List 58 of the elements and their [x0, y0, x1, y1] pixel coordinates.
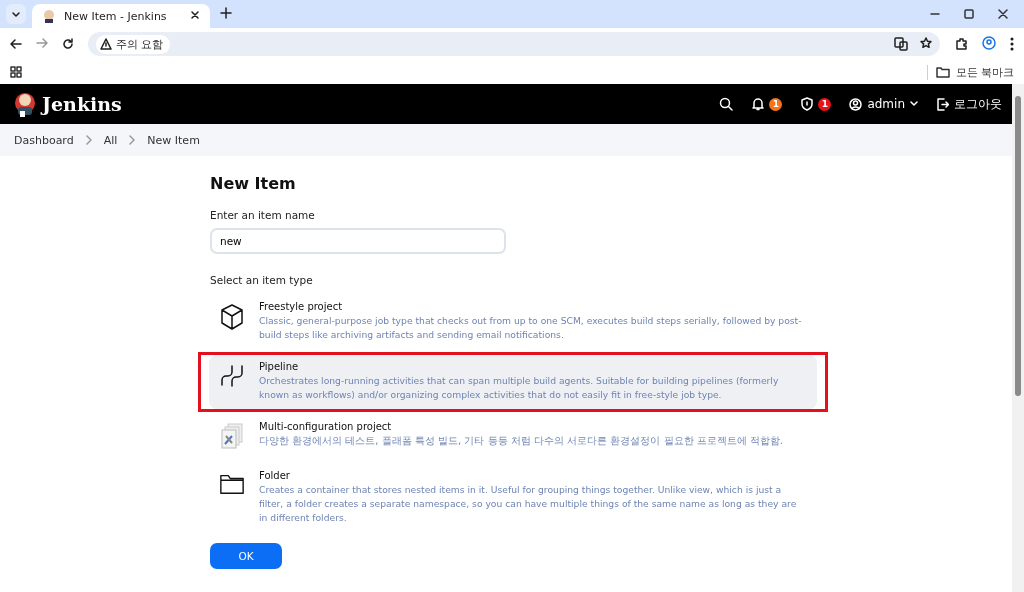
count-badge: 1 — [818, 97, 832, 111]
reload-icon[interactable] — [62, 38, 74, 50]
folder-icon — [935, 66, 950, 78]
item-type-name: Freestyle project — [259, 301, 344, 312]
item-type-name: Multi-configuration project — [259, 421, 393, 432]
chevron-down-icon — [910, 101, 918, 107]
item-type-description: 다양한 환경에서의 테스트, 플래폼 특성 빌드, 기타 등등 처럼 다수의 서로다른 환경설정이 필요한 프로젝트에 적합함. — [259, 434, 785, 448]
star-icon[interactable] — [920, 37, 932, 49]
translate-icon[interactable] — [894, 37, 908, 51]
security-chip[interactable]: 주의 요함 — [96, 34, 170, 54]
brand-name[interactable]: Jenkins — [42, 93, 122, 115]
item-type-option[interactable]: Multi-configuration project 다양한 환경에서의 테스트, 플래폼 특성 빌드, 기타 등등 처럼 다수의 서로다른 환경설정이 필요한 프로젝트에 적합함. — [209, 415, 817, 458]
tab-title: New Item - Jenkins — [64, 9, 168, 23]
apps-icon[interactable] — [10, 66, 22, 78]
item-name-field[interactable]: new — [210, 228, 506, 254]
section-label: Select an item type — [210, 274, 314, 286]
jenkins-favicon — [42, 9, 56, 23]
user-icon — [849, 97, 863, 111]
bookmarks-folder[interactable]: 모든 북마크 — [926, 64, 1014, 80]
item-type-description: Orchestrates long-running activities that can span multiple build agents. Suitable for building pipelines (formerly known as workflows) and/or organizing complex activities that do not easily fit in free-style job type. — [259, 374, 780, 402]
pipeline-icon — [219, 363, 245, 389]
shield-icon — [800, 97, 815, 111]
documents-icon — [219, 423, 245, 451]
back-icon[interactable] — [10, 38, 22, 50]
breadcrumb-link[interactable]: New Item — [147, 133, 200, 147]
new-tab-icon[interactable] — [220, 6, 232, 19]
browser-tab[interactable]: New Item - Jenkins — [32, 4, 210, 28]
more-icon[interactable] — [1010, 37, 1014, 51]
item-type-name: Folder — [259, 470, 291, 481]
user-menu[interactable]: admin — [849, 97, 918, 111]
item-type-name: Pipeline — [259, 361, 300, 372]
logout-icon — [936, 97, 949, 111]
folder-icon — [219, 472, 245, 496]
forward-icon[interactable] — [36, 36, 48, 49]
close-icon[interactable] — [998, 9, 1008, 19]
breadcrumb-link[interactable]: Dashboard — [14, 133, 74, 147]
extensions-icon[interactable] — [954, 37, 968, 51]
jenkins-logo-icon[interactable] — [14, 90, 36, 118]
warning-icon — [100, 38, 112, 50]
count-badge: 1 — [769, 97, 783, 111]
close-icon[interactable] — [190, 9, 200, 20]
item-type-description: Classic, general-purpose job type that checks out from up to one SCM, executes build steps serially, followed by post-build steps like archiving artifacts and sending email notifications. — [259, 314, 803, 342]
field-label: Enter an item name — [210, 209, 316, 221]
search-icon[interactable] — [719, 97, 734, 111]
tab-list-icon[interactable] — [11, 9, 21, 19]
chevron-right-icon — [85, 135, 92, 145]
box-icon — [219, 303, 245, 331]
scrollbar[interactable] — [1012, 84, 1024, 592]
bell-icon — [751, 97, 766, 111]
ok-button[interactable]: OK — [210, 543, 282, 569]
notification-button[interactable]: 1 — [800, 97, 832, 111]
breadcrumb-link[interactable]: All — [103, 133, 118, 147]
maximize-icon[interactable] — [964, 9, 974, 19]
item-type-description: Creates a container that stores nested items in it. Useful for grouping things together. Unlike view, which is just a filter, a folder creates a separate namespace, so you can have multiple things of the same name as long as they are in different folders. — [259, 483, 798, 525]
page-title: New Item — [210, 174, 297, 193]
profile-icon[interactable] — [982, 35, 996, 50]
chevron-right-icon — [129, 135, 136, 145]
logout-link[interactable]: 로그아웃 — [936, 95, 1002, 113]
